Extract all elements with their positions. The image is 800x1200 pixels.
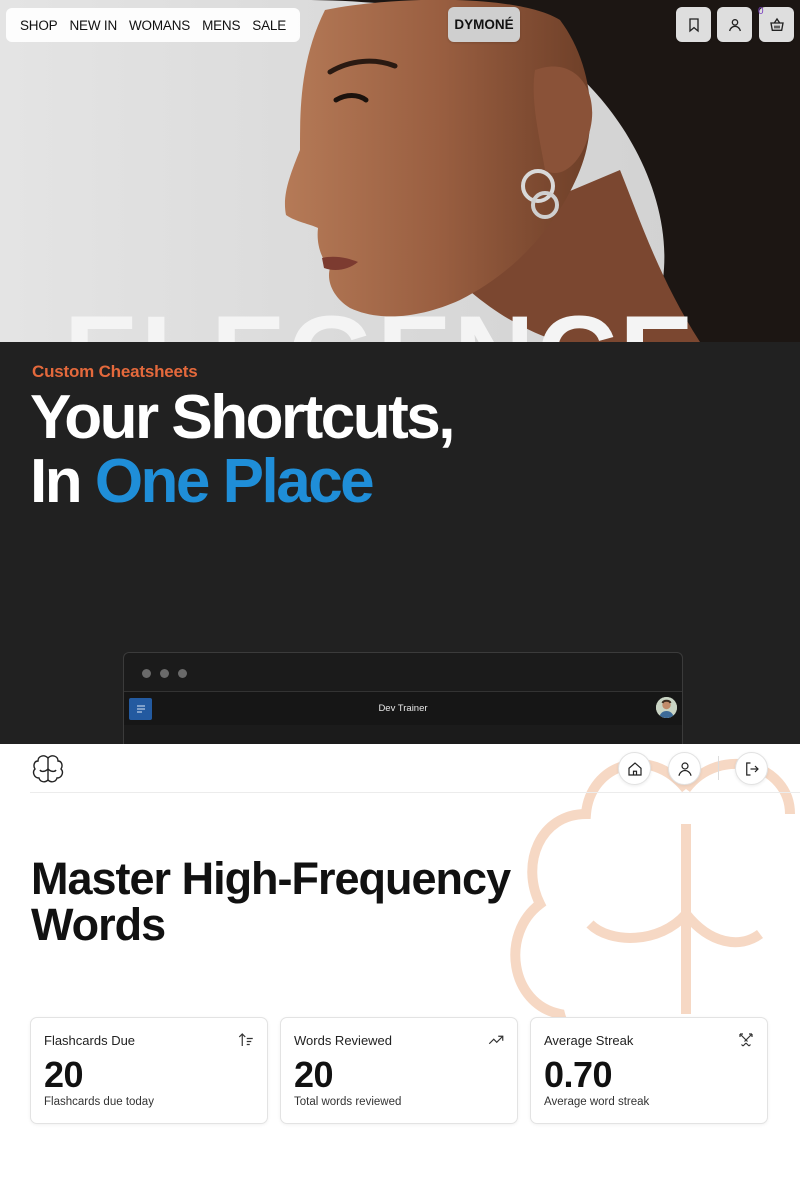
stat-card-value: 0.70 [544,1054,613,1095]
cheatsheet-section: Custom Cheatsheets Your Shortcuts, In On… [0,342,800,744]
user-icon [677,761,692,776]
stat-card-caption: Average word streak [544,1096,650,1108]
page-title: Master High-Frequency Words [31,853,511,950]
headline-line-1: Your Shortcuts, [30,383,455,452]
stat-card-flashcards-due[interactable]: Flashcards Due 20 Flashcards due today [30,1017,268,1124]
vocab-dashboard: Master High-Frequency Words Flashcards D… [0,744,800,1200]
home-icon [627,761,642,776]
nav-link-womans[interactable]: WOMANS [123,18,196,33]
stat-card-average-streak[interactable]: Average Streak 0.70 Average word streak [530,1017,768,1124]
account-button[interactable] [717,7,752,42]
headline-accent: One Place [94,447,375,516]
headline-plain: In [30,447,95,516]
window-dot-close[interactable] [142,669,151,678]
logout-icon [745,761,759,776]
bookmark-icon [688,17,699,32]
window-dot-maximize[interactable] [178,669,187,678]
swords-icon [739,1033,753,1047]
stat-card-words-reviewed[interactable]: Words Reviewed 20 Total words reviewed [280,1017,518,1124]
window-controls [142,669,187,678]
stat-card-label: Flashcards Due [44,1033,136,1048]
app-preview-window: Dev Trainer [123,652,683,744]
cart-count-badge: 0 [758,6,764,17]
nav-divider [718,756,719,780]
sort-ascending-icon [238,1033,253,1046]
stat-card-value: 20 [44,1054,84,1095]
nav-link-sale[interactable]: SALE [246,18,292,33]
nav-link-new-in[interactable]: NEW IN [63,18,123,33]
page-title-line-2: Words [31,899,166,950]
window-dot-minimize[interactable] [160,669,169,678]
fashion-hero: ELEGENCE SHOP NEW IN WOMANS MENS SALE DY… [0,0,800,342]
topbar-divider [30,792,800,793]
nav-link-mens[interactable]: MENS [196,18,246,33]
cheatsheet-headline: Your Shortcuts, In One Place [30,383,455,514]
stat-card-caption: Flashcards due today [44,1096,154,1108]
stat-card-caption: Total words reviewed [294,1096,402,1108]
stat-card-label: Average Streak [544,1033,634,1048]
bookmark-button[interactable] [676,7,711,42]
basket-icon [769,17,784,31]
hero-portrait-image [285,0,800,342]
brand-logo-button[interactable]: DYMONÉ [448,7,520,42]
profile-button[interactable] [668,752,701,785]
cart-button[interactable] [759,7,794,42]
app-header-bar: Dev Trainer [124,691,682,725]
page-title-line-1: Master High-Frequency [31,853,511,904]
shop-nav-bar: SHOP NEW IN WOMANS MENS SALE [6,8,301,42]
logout-button[interactable] [735,752,768,785]
hero-background-word: ELEGENCE [64,300,696,343]
stat-card-label: Words Reviewed [294,1033,393,1048]
headline-line-2: In One Place [30,450,453,514]
app-title: Dev Trainer [378,703,428,714]
cheatsheet-eyebrow: Custom Cheatsheets [32,362,198,381]
stat-card-value: 20 [294,1054,334,1095]
brain-logo-icon[interactable] [31,752,65,786]
avatar[interactable] [656,697,677,718]
nav-link-shop[interactable]: SHOP [14,18,63,33]
home-button[interactable] [618,752,651,785]
user-icon [728,18,741,31]
trending-up-icon [488,1035,504,1045]
